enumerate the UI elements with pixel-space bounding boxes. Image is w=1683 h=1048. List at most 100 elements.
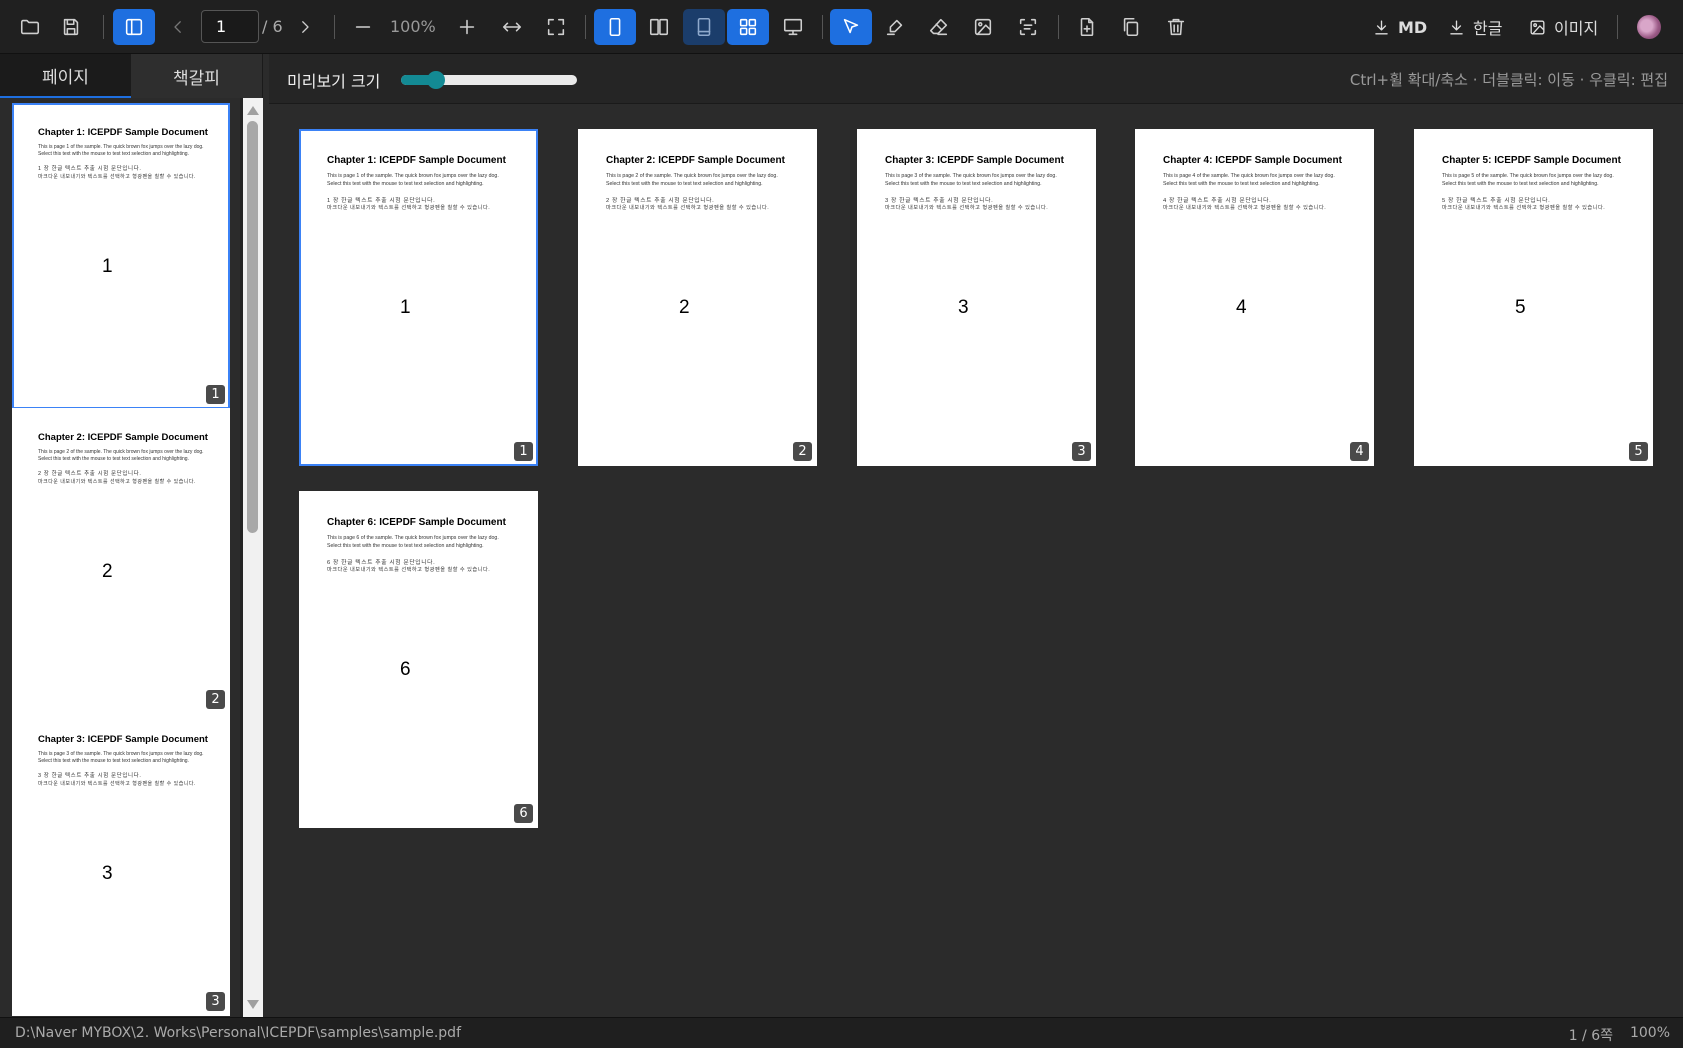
duplicate-page-icon [1123,17,1139,37]
single-page-view-button[interactable] [594,9,636,45]
slider-knob[interactable] [427,71,446,89]
ocr-button[interactable] [1007,9,1049,45]
toggle-sidebar-button[interactable] [113,9,155,45]
toolbar-separator [822,15,823,39]
toolbar-separator [334,15,335,39]
sidebar-scrollbar[interactable] [243,98,263,1017]
two-page-view-button[interactable] [638,9,680,45]
export-hangul-button[interactable]: 한글 [1447,12,1502,42]
two-page-icon [649,18,669,36]
prev-page-button[interactable] [157,9,199,45]
page-big-number: 5 [1515,297,1526,318]
add-page-button[interactable] [1066,9,1108,45]
duplicate-page-button[interactable] [1110,9,1152,45]
avatar[interactable] [1637,15,1661,39]
main-content: 미리보기 크기 Ctrl+휠 확대/축소 · 더블클릭: 이동 · 우클릭: 편… [269,54,1683,1017]
page-text-line: 1 장 한글 텍스트 추출 시험 문단입니다. [327,198,436,204]
page-text-line: Select this text with the mouse to test … [1163,181,1320,187]
page-text-line: This is page 2 of the sample. The quick … [38,449,204,455]
sidebar-page-thumbnail[interactable]: Chapter 1: ICEPDF Sample Document This is… [12,103,230,409]
page-text-line: 마크다운 내보내기와 텍스트를 선택하고 형광펜을 칠할 수 있습니다. [1163,205,1327,211]
fit-width-button[interactable] [491,9,533,45]
page-title: Chapter 5: ICEPDF Sample Document [1442,155,1621,166]
scrollbar-thumb[interactable] [247,121,258,533]
page-title: Chapter 6: ICEPDF Sample Document [327,517,506,528]
page-title: Chapter 3: ICEPDF Sample Document [38,734,208,745]
open-file-button[interactable] [9,9,51,45]
page-text-line: Select this text with the mouse to test … [606,181,763,187]
page-preview[interactable]: Chapter 4: ICEPDF Sample Document This is… [1135,129,1374,466]
page-title: Chapter 1: ICEPDF Sample Document [327,155,506,166]
page-text-line: 마크다운 내보내기와 텍스트를 선택하고 형광펜을 칠할 수 있습니다. [1442,205,1606,211]
tab-bookmarks[interactable]: 책갈피 [131,54,262,98]
page-number-badge: 2 [206,690,225,709]
page-number-badge: 1 [206,385,225,404]
zoom-in-button[interactable] [446,9,488,45]
delete-page-button[interactable] [1155,9,1197,45]
page-number-badge: 1 [514,442,533,461]
book-icon [697,17,711,37]
zoom-out-button[interactable] [342,9,384,45]
export-md-label: MD [1398,17,1428,37]
add-page-icon [1080,17,1094,37]
status-zoom: 100% [1629,1025,1670,1041]
grid-icon [739,18,757,36]
page-text-line: 마크다운 내보내기와 텍스트를 선택하고 형광펜을 칠할 수 있습니다. [327,567,491,573]
sidebar-tabs: 페이지 책갈피 [0,54,262,98]
page-thumbnail-list: Chapter 1: ICEPDF Sample Document This is… [0,98,240,1017]
sidebar-page-thumbnail[interactable]: Chapter 2: ICEPDF Sample Document This is… [12,408,230,714]
page-text-line: Select this text with the mouse to test … [1442,181,1599,187]
sidebar-toggle-icon [125,18,143,36]
insert-image-button[interactable] [962,9,1004,45]
page-number-badge: 4 [1350,442,1369,461]
download-icon [1450,19,1463,35]
save-icon [63,18,79,36]
preview-size-slider[interactable] [401,71,577,89]
page-text-line: Select this text with the mouse to test … [38,151,189,157]
export-image-icon [1530,19,1545,35]
sidebar: 페이지 책갈피 Chapter 1: ICEPDF Sample Documen… [0,54,263,1017]
file-path: D:\Naver MYBOX\2. Works\Personal\ICEPDF\… [15,1025,461,1041]
presentation-button[interactable] [772,9,814,45]
highlighter-tool-button[interactable] [874,9,916,45]
page-preview[interactable]: Chapter 5: ICEPDF Sample Document This is… [1414,129,1653,466]
page-text-line: This is page 5 of the sample. The quick … [1442,173,1614,179]
page-number-input[interactable] [201,10,259,43]
page-preview[interactable]: Chapter 1: ICEPDF Sample Document This is… [299,129,538,466]
page-text-line: 마크다운 내보내기와 텍스트를 선택하고 형광펜을 칠할 수 있습니다. [327,205,491,211]
scroll-down-arrow-icon[interactable] [247,1000,259,1009]
select-tool-button[interactable] [830,9,872,45]
zoom-out-icon [355,26,371,28]
page-text-line: 1 장 한글 텍스트 추출 시험 문단입니다. [38,166,142,172]
book-view-button[interactable] [683,9,725,45]
sidebar-page-thumbnail[interactable]: Chapter 3: ICEPDF Sample Document This is… [12,710,230,1016]
page-title: Chapter 2: ICEPDF Sample Document [606,155,785,166]
page-text-line: 마크다운 내보내기와 텍스트를 선택하고 형광펜을 칠할 수 있습니다. [38,174,196,180]
page-preview[interactable]: Chapter 6: ICEPDF Sample Document This is… [299,491,538,828]
tab-pages[interactable]: 페이지 [0,54,131,98]
export-md-button[interactable]: MD [1372,12,1427,42]
next-page-button[interactable] [284,9,326,45]
page-text-line: Select this text with the mouse to test … [38,456,189,462]
export-image-button[interactable]: 이미지 [1528,12,1598,42]
grid-view-button[interactable] [727,9,769,45]
page-preview[interactable]: Chapter 2: ICEPDF Sample Document This is… [578,129,817,466]
save-button[interactable] [50,9,92,45]
page-big-number: 1 [102,256,113,277]
page-text-line: This is page 3 of the sample. The quick … [38,751,204,757]
page-preview[interactable]: Chapter 3: ICEPDF Sample Document This is… [857,129,1096,466]
highlighter-icon [886,19,903,36]
page-big-number: 3 [958,297,969,318]
fit-page-button[interactable] [535,9,577,45]
scroll-up-arrow-icon[interactable] [247,106,259,115]
page-text-line: 6 장 한글 텍스트 추출 시험 문단입니다. [327,560,436,566]
download-icon [1375,19,1388,35]
page-number-badge: 5 [1629,442,1648,461]
page-big-number: 3 [102,863,113,884]
page-text-line: 마크다운 내보내기와 텍스트를 선택하고 형광펜을 칠할 수 있습니다. [606,205,770,211]
single-page-icon [609,17,621,37]
page-text-line: 4 장 한글 텍스트 추출 시험 문단입니다. [1163,198,1272,204]
eraser-tool-button[interactable] [918,9,960,45]
preview-size-bar: 미리보기 크기 Ctrl+휠 확대/축소 · 더블클릭: 이동 · 우클릭: 편… [269,54,1683,104]
chevron-left-icon [174,21,181,33]
